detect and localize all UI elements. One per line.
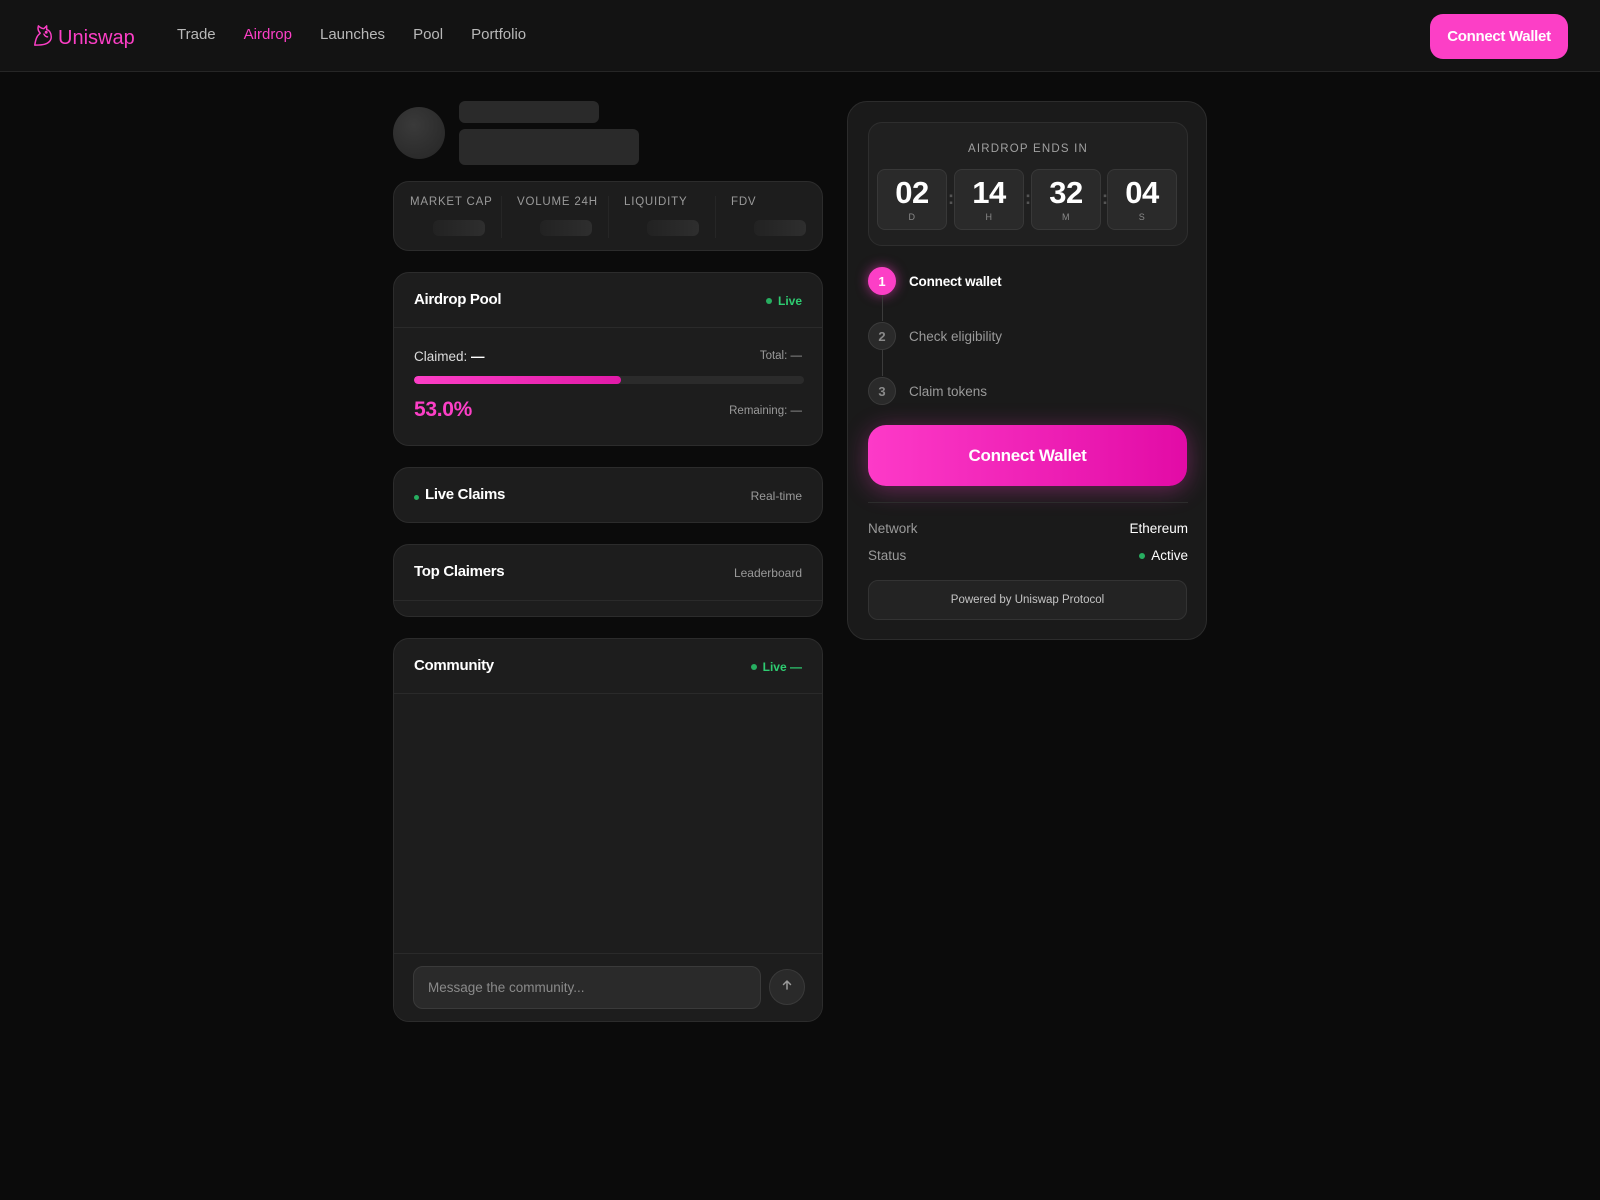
stat-label: FDV (731, 196, 757, 208)
stat-value-placeholder (433, 220, 485, 236)
claimed-text: Claimed: — (414, 349, 485, 364)
divider (868, 502, 1188, 503)
countdown-unit: H (985, 212, 993, 222)
community-title: Community (414, 657, 494, 674)
stat-volume-24h: VOLUME 24H (501, 182, 608, 250)
stat-value-placeholder (540, 220, 592, 236)
network-label: Network (868, 521, 918, 536)
brand-logo[interactable]: Uniswap (32, 23, 135, 53)
active-dot-icon (1139, 552, 1146, 559)
token-avatar-placeholder (393, 107, 445, 159)
live-dot-icon (750, 664, 757, 670)
divider (394, 693, 822, 694)
step-claim-tokens: 3 Claim tokens (868, 377, 987, 405)
countdown-minutes: 32 M (1031, 169, 1101, 230)
airdrop-pool-title: Airdrop Pool (414, 291, 502, 308)
community-chat-card: Community Live — (393, 638, 823, 1022)
stat-value-placeholder (647, 220, 699, 236)
step-connector (881, 350, 883, 376)
divider (394, 600, 822, 601)
countdown-title: AIRDROP ENDS IN (967, 143, 1089, 155)
claimed-value: — (471, 349, 485, 364)
divider (394, 327, 822, 328)
countdown-value: 14 (972, 175, 1006, 210)
countdown-seconds: 04 S (1107, 169, 1177, 230)
top-claimers-card: Top Claimers Leaderboard (393, 544, 823, 617)
countdown-value: 02 (895, 175, 929, 210)
nav-launches[interactable]: Launches (320, 26, 385, 43)
top-navigation-bar: Uniswap Trade Airdrop Launches Pool Port… (0, 0, 1600, 72)
status-value: Active (1139, 548, 1188, 563)
send-message-button[interactable] (769, 969, 805, 1005)
claim-progress-fill (414, 376, 621, 384)
status-badge-label: Live (777, 294, 802, 308)
claim-panel: AIRDROP ENDS IN 02 D : 14 H : 32 M : 04 … (847, 101, 1207, 640)
stat-fdv: FDV (715, 182, 822, 250)
status-value-text: Active (1151, 548, 1188, 563)
claim-progress-bar (414, 376, 804, 384)
token-name-placeholder (459, 101, 599, 123)
countdown-value: 32 (1049, 175, 1083, 210)
status-badge: Live (765, 294, 802, 308)
step-connector (881, 295, 883, 321)
airdrop-pool-card: Airdrop Pool Live Claimed: — Total: — 53… (393, 272, 823, 446)
live-dot-icon (765, 298, 772, 304)
countdown-days: 02 D (877, 169, 947, 230)
step-label: Connect wallet (909, 273, 1002, 289)
live-claims-card: Live Claims Real-time (393, 467, 823, 523)
community-message-input[interactable] (413, 966, 761, 1009)
unicorn-icon (32, 23, 54, 53)
nav-portfolio[interactable]: Portfolio (471, 26, 526, 43)
top-claimers-title: Top Claimers (414, 563, 505, 580)
step-number: 3 (868, 377, 896, 405)
stat-label: LIQUIDITY (624, 196, 688, 208)
stat-market-cap: MARKET CAP (394, 182, 501, 250)
claim-percentage: 53.0% (414, 398, 473, 421)
live-dot-icon (414, 495, 419, 500)
brand-name: Uniswap (58, 26, 135, 49)
status-badge-label: Live — (762, 660, 802, 674)
network-value: Ethereum (1129, 521, 1188, 536)
step-check-eligibility: 2 Check eligibility (868, 322, 1002, 350)
market-stats-card: MARKET CAP VOLUME 24H LIQUIDITY FDV (393, 181, 823, 251)
step-label: Check eligibility (909, 328, 1003, 344)
connect-wallet-button[interactable]: Connect Wallet (868, 425, 1187, 486)
status-badge: Live — (750, 660, 802, 674)
top-claimers-meta[interactable]: Leaderboard (734, 566, 802, 580)
arrow-up-icon (781, 978, 793, 996)
countdown-hours: 14 H (954, 169, 1024, 230)
nav-airdrop[interactable]: Airdrop (244, 26, 292, 43)
step-number: 1 (868, 267, 896, 295)
countdown-value: 04 (1125, 175, 1159, 210)
total-text: Total: — (759, 350, 802, 362)
nav-trade[interactable]: Trade (177, 26, 216, 43)
main-nav: Trade Airdrop Launches Pool Portfolio (177, 26, 554, 43)
step-connect-wallet: 1 Connect wallet (868, 267, 1002, 295)
stat-liquidity: LIQUIDITY (608, 182, 715, 250)
step-number: 2 (868, 322, 896, 350)
live-claims-title: Live Claims (425, 486, 506, 503)
colon-separator-icon: : (948, 188, 954, 208)
countdown-unit: D (908, 212, 916, 222)
chat-composer (394, 953, 822, 1021)
remaining-text: Remaining: — (729, 405, 802, 417)
countdown-unit: M (1062, 212, 1070, 222)
stat-label: VOLUME 24H (517, 196, 598, 208)
live-claims-meta: Real-time (750, 489, 802, 503)
stat-value-placeholder (754, 220, 806, 236)
header-connect-wallet-button[interactable]: Connect Wallet (1430, 14, 1568, 59)
colon-separator-icon: : (1025, 188, 1031, 208)
claimed-label: Claimed: (414, 349, 468, 364)
powered-by-badge: Powered by Uniswap Protocol (868, 580, 1187, 620)
countdown-unit: S (1138, 212, 1146, 222)
status-label: Status (868, 548, 907, 563)
stat-label: MARKET CAP (410, 196, 493, 208)
step-label: Claim tokens (909, 383, 988, 399)
countdown-timer: AIRDROP ENDS IN 02 D : 14 H : 32 M : 04 … (868, 122, 1188, 246)
token-price-placeholder (459, 129, 639, 165)
nav-pool[interactable]: Pool (413, 26, 443, 43)
